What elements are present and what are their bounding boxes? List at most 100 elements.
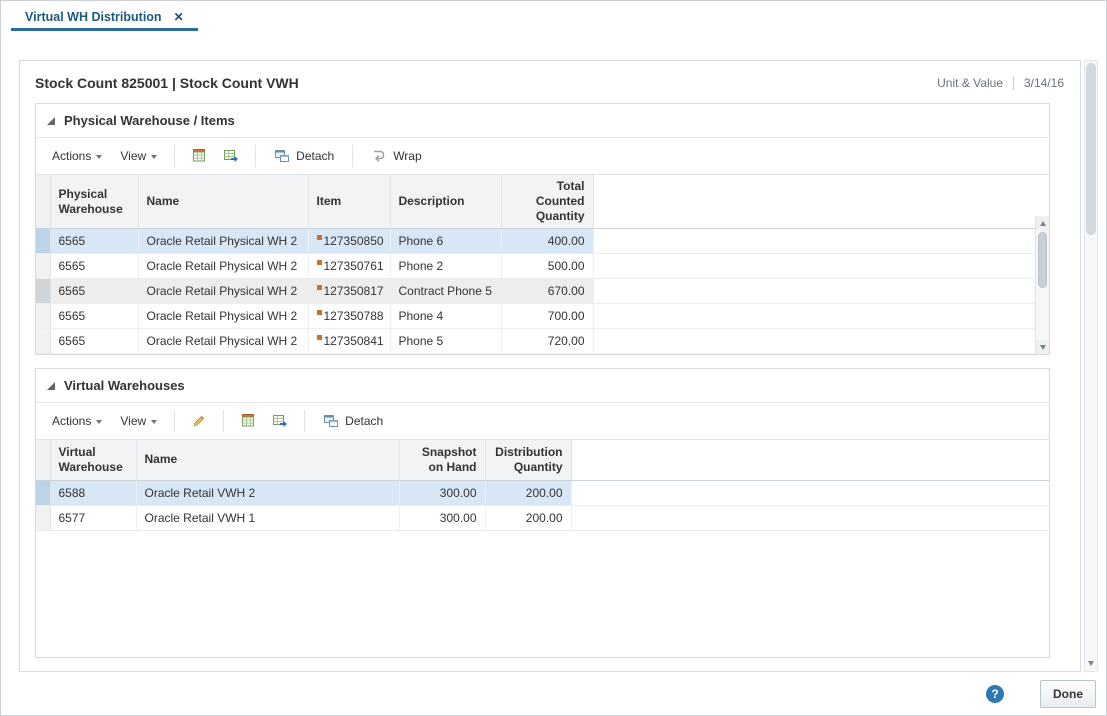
col-total-counted-quantity[interactable]: Total Counted Quantity	[501, 175, 593, 229]
virtual-section-header: Virtual Warehouses	[36, 369, 1049, 402]
row-selector[interactable]	[36, 480, 50, 505]
table-header-row: Physical Warehouse Name Item Description…	[36, 175, 1049, 229]
view-menu-button[interactable]: View	[112, 408, 165, 434]
col-virtual-warehouse[interactable]: Virtual Warehouse	[50, 440, 136, 480]
chevron-down-icon	[96, 420, 102, 424]
table-row[interactable]: 6565 Oracle Retail Physical WH 2 1273507…	[36, 304, 1049, 329]
header-filler	[571, 440, 1049, 480]
row-selector[interactable]	[36, 254, 50, 279]
physical-section-header: Physical Warehouse / Items	[36, 104, 1049, 137]
col-name[interactable]: Name	[138, 175, 308, 229]
cell-description: Phone 6	[390, 229, 501, 254]
view-menu-label: View	[120, 414, 146, 428]
cell-name: Oracle Retail Physical WH 2	[138, 254, 308, 279]
export-to-excel-icon	[240, 413, 256, 429]
cell-item: 127350817	[308, 279, 390, 304]
table-row[interactable]: 6565 Oracle Retail Physical WH 2 1273507…	[36, 254, 1049, 279]
count-mode-label: Unit & Value	[937, 76, 1003, 90]
row-selector[interactable]	[36, 279, 50, 304]
detach-button[interactable]: Detach	[314, 408, 392, 434]
detach-label: Detach	[296, 149, 334, 163]
page-scrollbar[interactable]	[1084, 60, 1098, 672]
cell-name: Oracle Retail Physical WH 2	[138, 279, 308, 304]
cell-name: Oracle Retail Physical WH 2	[138, 229, 308, 254]
collapse-section-icon[interactable]	[47, 117, 55, 125]
physical-toolbar: Actions View	[36, 137, 1049, 174]
detach-icon	[274, 148, 290, 164]
cell-distribution-quantity: 200.00	[485, 480, 571, 505]
row-selector[interactable]	[36, 329, 50, 354]
cell-physical-warehouse: 6565	[50, 304, 138, 329]
virtual-section-title: Virtual Warehouses	[64, 378, 185, 393]
wrap-button[interactable]: Wrap	[362, 143, 430, 169]
physical-table-scrollbar[interactable]	[1035, 216, 1049, 354]
col-physical-warehouse[interactable]: Physical Warehouse	[50, 175, 138, 229]
done-button[interactable]: Done	[1040, 680, 1096, 708]
cell-description: Phone 2	[390, 254, 501, 279]
cell-name: Oracle Retail Physical WH 2	[138, 304, 308, 329]
scroll-down-icon[interactable]	[1036, 340, 1049, 354]
help-icon[interactable]: ?	[986, 685, 1004, 703]
actions-menu-label: Actions	[52, 149, 91, 163]
contextual-info-icon[interactable]	[317, 260, 322, 265]
chevron-down-icon	[151, 420, 157, 424]
wrap-icon	[371, 148, 387, 164]
contextual-info-icon[interactable]	[317, 235, 322, 240]
col-snapshot-on-hand[interactable]: Snapshot on Hand	[399, 440, 485, 480]
col-item[interactable]: Item	[308, 175, 390, 229]
table-row[interactable]: 6565 Oracle Retail Physical WH 2 1273508…	[36, 279, 1049, 304]
row-selector-header	[36, 440, 50, 480]
view-menu-button[interactable]: View	[112, 143, 165, 169]
row-selector[interactable]	[36, 229, 50, 254]
chevron-down-icon	[151, 155, 157, 159]
toolbar-separator	[304, 410, 305, 432]
col-description[interactable]: Description	[390, 175, 501, 229]
cell-total-counted-quantity: 400.00	[501, 229, 593, 254]
cell-total-counted-quantity: 700.00	[501, 304, 593, 329]
export-to-excel-icon	[191, 148, 207, 164]
export-data-button[interactable]	[265, 408, 295, 434]
contextual-info-icon[interactable]	[317, 285, 322, 290]
edit-button[interactable]	[184, 408, 214, 434]
export-data-button[interactable]	[216, 143, 246, 169]
tab-close-icon[interactable]: ✕	[174, 11, 184, 23]
export-to-excel-button[interactable]	[233, 408, 263, 434]
col-distribution-quantity[interactable]: Distribution Quantity	[485, 440, 571, 480]
pencil-icon	[191, 413, 207, 429]
table-row[interactable]: 6565 Oracle Retail Physical WH 2 1273508…	[36, 229, 1049, 254]
header-meta: Unit & Value 3/14/16	[937, 76, 1064, 90]
page-title: Stock Count 825001 | Stock Count VWH	[35, 75, 299, 91]
row-selector[interactable]	[36, 304, 50, 329]
actions-menu-button[interactable]: Actions	[44, 408, 110, 434]
scroll-up-icon[interactable]	[1036, 216, 1049, 230]
toolbar-separator	[255, 145, 256, 167]
cell-item: 127350761	[308, 254, 390, 279]
contextual-info-icon[interactable]	[317, 310, 322, 315]
cell-name: Oracle Retail Physical WH 2	[138, 329, 308, 354]
cell-physical-warehouse: 6565	[50, 254, 138, 279]
table-row[interactable]: 6577 Oracle Retail VWH 1 300.00 200.00	[36, 505, 1049, 530]
actions-menu-button[interactable]: Actions	[44, 143, 110, 169]
tab-virtual-wh-distribution[interactable]: Virtual WH Distribution ✕	[11, 4, 198, 31]
collapse-section-icon[interactable]	[47, 382, 55, 390]
toolbar-separator	[174, 145, 175, 167]
contextual-info-icon[interactable]	[317, 335, 322, 340]
export-to-excel-button[interactable]	[184, 143, 214, 169]
header-filler	[593, 175, 1049, 229]
scrollbar-thumb[interactable]	[1086, 63, 1096, 235]
cell-physical-warehouse: 6565	[50, 279, 138, 304]
physical-warehouse-items-section: Physical Warehouse / Items Actions View	[35, 103, 1050, 355]
scrollbar-thumb[interactable]	[1038, 232, 1047, 288]
detach-button[interactable]: Detach	[265, 143, 343, 169]
table-header-row: Virtual Warehouse Name Snapshot on Hand …	[36, 440, 1049, 480]
panel-header: Stock Count 825001 | Stock Count VWH Uni…	[20, 61, 1080, 103]
row-selector[interactable]	[36, 505, 50, 530]
app-window: Virtual WH Distribution ✕ Stock Count 82…	[0, 0, 1107, 716]
cell-item: 127350841	[308, 329, 390, 354]
toolbar-separator	[352, 145, 353, 167]
scroll-down-icon[interactable]	[1085, 655, 1097, 671]
physical-items-table-wrap: Physical Warehouse Name Item Description…	[36, 174, 1049, 354]
col-name[interactable]: Name	[136, 440, 399, 480]
table-row[interactable]: 6588 Oracle Retail VWH 2 300.00 200.00	[36, 480, 1049, 505]
table-row[interactable]: 6565 Oracle Retail Physical WH 2 1273508…	[36, 329, 1049, 354]
